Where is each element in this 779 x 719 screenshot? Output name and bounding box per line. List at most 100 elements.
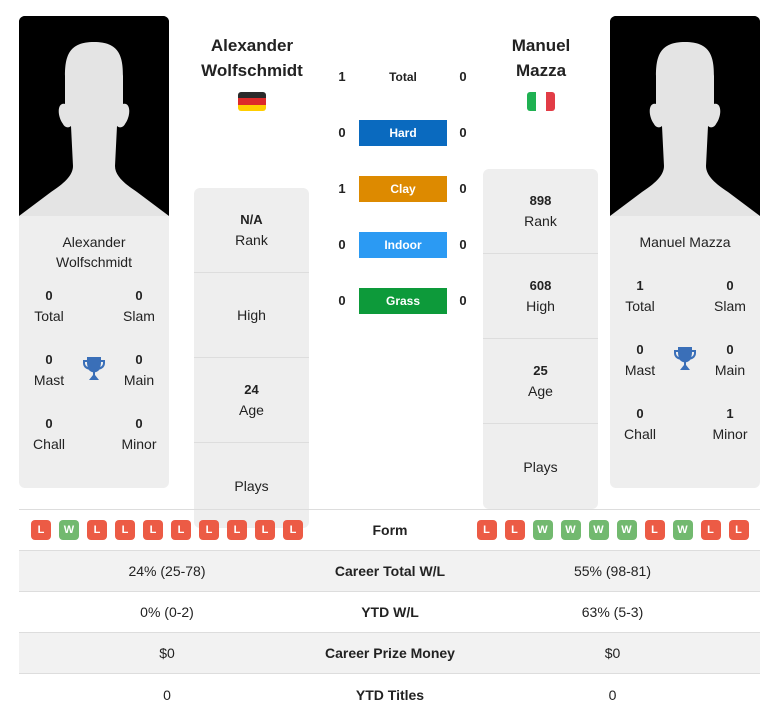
- form-loss-badge[interactable]: L: [728, 520, 749, 540]
- value: 1: [726, 406, 734, 421]
- form-loss-badge[interactable]: L: [283, 520, 303, 540]
- right-count: 0: [459, 237, 467, 252]
- total-label: Total: [389, 70, 417, 84]
- label: Slam: [123, 308, 155, 324]
- label: Plays: [523, 458, 558, 475]
- value: 0: [135, 288, 143, 303]
- form-loss-badge[interactable]: L: [504, 520, 525, 540]
- form-loss-badge[interactable]: L: [644, 520, 665, 540]
- title-total: 1 Total: [610, 276, 670, 316]
- name-line: Wolfschmidt: [201, 61, 303, 80]
- title-main: 0 Main: [109, 350, 169, 390]
- right-count: 0: [459, 293, 467, 308]
- italy-flag-icon: [527, 92, 555, 111]
- stat-row-career-wl: 24% (25-78) Career Total W/L 55% (98-81): [19, 551, 760, 592]
- player1-value: 24% (25-78): [128, 563, 206, 579]
- left-count: 0: [338, 293, 346, 308]
- player1-value: 0: [163, 686, 171, 703]
- label: Chall: [624, 426, 656, 442]
- form-loss-badge[interactable]: L: [255, 520, 275, 540]
- stat-label: Career Prize Money: [325, 645, 455, 661]
- label: Total: [625, 298, 655, 314]
- form-win-badge[interactable]: W: [560, 520, 581, 540]
- label: Minor: [121, 436, 157, 452]
- player2-value: 63% (5-3): [581, 604, 644, 620]
- value: 24: [244, 382, 259, 397]
- value: 1: [636, 278, 644, 293]
- player1-photo: [19, 16, 169, 216]
- h2h-hard: 0 Hard 0: [330, 120, 475, 146]
- player1-name[interactable]: Alexander Wolfschmidt: [187, 33, 317, 83]
- title-chall: 0 Chall: [19, 414, 79, 454]
- form-loss-badge[interactable]: L: [199, 520, 219, 540]
- player2-value: $0: [604, 645, 621, 661]
- form-win-badge[interactable]: W: [59, 520, 79, 540]
- name-line: Alexander: [62, 234, 126, 250]
- name-line: Manuel: [511, 36, 571, 55]
- player2-photo: [610, 16, 760, 216]
- form-loss-badge[interactable]: L: [115, 520, 135, 540]
- label: Main: [123, 372, 155, 388]
- label: Rank: [235, 232, 268, 248]
- player2-value: 55% (98-81): [573, 563, 652, 579]
- form-loss-badge[interactable]: L: [143, 520, 163, 540]
- player2-form: LLWWWWLWLL: [465, 520, 760, 540]
- left-count: 1: [338, 69, 346, 84]
- right-count: 0: [459, 181, 467, 196]
- h2h-clay: 1 Clay 0: [330, 176, 475, 202]
- form-win-badge[interactable]: W: [532, 520, 553, 540]
- label: Main: [714, 362, 746, 378]
- label: Age: [239, 402, 264, 418]
- title-slam: 0 Slam: [109, 286, 169, 326]
- value: N/A: [240, 212, 263, 227]
- silhouette-icon: [19, 16, 169, 216]
- title-chall: 0 Chall: [610, 404, 670, 444]
- label: Slam: [714, 298, 746, 314]
- value: 0: [726, 342, 734, 357]
- surface-hard[interactable]: Hard: [359, 120, 447, 146]
- player2-card: Manuel Mazza 1 Total 0 Slam 0 Mast 0 Main 0 C…: [610, 216, 760, 488]
- surface-clay[interactable]: Clay: [359, 176, 447, 202]
- form-win-badge[interactable]: W: [672, 520, 693, 540]
- value: 0: [45, 288, 53, 303]
- label: Minor: [712, 426, 748, 442]
- germany-flag-icon: [238, 92, 266, 111]
- form-loss-badge[interactable]: L: [700, 520, 721, 540]
- form-loss-badge[interactable]: L: [87, 520, 107, 540]
- form-win-badge[interactable]: W: [616, 520, 637, 540]
- info-high: 608 High: [483, 254, 598, 339]
- right-count: 0: [459, 125, 467, 140]
- player1-card-name: Alexander Wolfschmidt: [19, 216, 169, 286]
- title-mast: 0 Mast: [19, 350, 79, 390]
- trophy-icon: [674, 347, 696, 370]
- label: Plays: [234, 477, 269, 494]
- title-slam: 0 Slam: [700, 276, 760, 316]
- left-count: 0: [338, 125, 346, 140]
- stats-table: LWLLLLLLLL Form LLWWWWLWLL 24% (25-78) C…: [19, 509, 760, 715]
- player2-name[interactable]: Manuel Mazza: [476, 33, 606, 83]
- info-plays: Plays: [483, 424, 598, 509]
- surface-indoor[interactable]: Indoor: [359, 232, 447, 258]
- surface-grass[interactable]: Grass: [359, 288, 447, 314]
- left-count: 1: [338, 181, 346, 196]
- name-line: Mazza: [515, 61, 567, 80]
- player2-value: 0: [608, 686, 617, 703]
- h2h-grass: 0 Grass 0: [330, 288, 475, 314]
- stat-label: YTD Titles: [355, 686, 425, 703]
- form-loss-badge[interactable]: L: [476, 520, 497, 540]
- value: 0: [636, 406, 644, 421]
- stat-row-prize-money: $0 Career Prize Money $0: [19, 633, 760, 674]
- form-label: Form: [372, 522, 408, 538]
- form-loss-badge[interactable]: L: [31, 520, 51, 540]
- value: 608: [529, 278, 552, 293]
- value: 0: [135, 352, 143, 367]
- stat-row-ytd-wl: 0% (0-2) YTD W/L 63% (5-3): [19, 592, 760, 633]
- label: Mast: [33, 372, 65, 388]
- title-total: 0 Total: [19, 286, 79, 326]
- form-row: LWLLLLLLLL Form LLWWWWLWLL: [19, 510, 760, 551]
- form-loss-badge[interactable]: L: [227, 520, 247, 540]
- form-loss-badge[interactable]: L: [171, 520, 191, 540]
- form-win-badge[interactable]: W: [588, 520, 609, 540]
- label: Mast: [624, 362, 656, 378]
- value: 898: [529, 193, 552, 208]
